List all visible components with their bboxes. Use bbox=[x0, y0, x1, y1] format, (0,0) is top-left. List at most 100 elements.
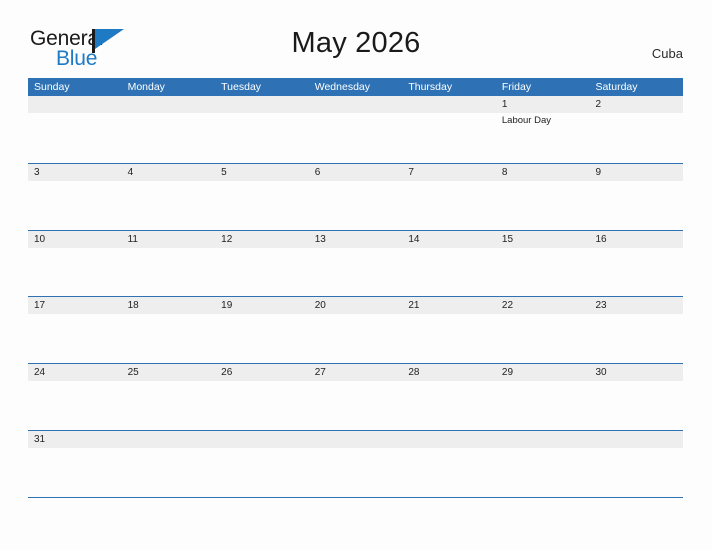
day-cell[interactable] bbox=[309, 181, 403, 229]
weekday-header-friday: Friday bbox=[501, 81, 532, 93]
day-cell[interactable] bbox=[402, 181, 496, 229]
grid-bottom-border bbox=[28, 496, 683, 498]
day-cell[interactable] bbox=[309, 314, 403, 362]
day-number[interactable]: 13 bbox=[309, 231, 403, 248]
day-cell[interactable] bbox=[402, 314, 496, 362]
day-number-band: 12 bbox=[28, 96, 683, 113]
day-cell[interactable] bbox=[309, 381, 403, 429]
day-number-empty bbox=[122, 96, 216, 113]
day-number[interactable]: 28 bbox=[402, 364, 496, 381]
calendar-week-row: 1 2 Labour Day bbox=[28, 96, 683, 163]
day-number[interactable]: 4 bbox=[122, 164, 216, 181]
calendar-week-row: 31 bbox=[28, 429, 683, 497]
day-number[interactable]: 24 bbox=[28, 364, 122, 381]
day-number[interactable]: 18 bbox=[122, 297, 216, 314]
day-cell[interactable] bbox=[215, 181, 309, 229]
day-number-empty bbox=[402, 96, 496, 113]
day-cell[interactable] bbox=[496, 381, 590, 429]
day-cell bbox=[589, 448, 683, 496]
day-cell[interactable] bbox=[589, 248, 683, 296]
day-number-band: 3456789 bbox=[28, 163, 683, 181]
day-cell bbox=[402, 448, 496, 496]
day-cell[interactable] bbox=[28, 448, 122, 496]
day-cell[interactable] bbox=[28, 381, 122, 429]
day-number[interactable]: 14 bbox=[402, 231, 496, 248]
day-cell[interactable] bbox=[496, 181, 590, 229]
day-number-empty bbox=[309, 96, 403, 113]
day-number[interactable]: 11 bbox=[122, 231, 216, 248]
day-number[interactable]: 29 bbox=[496, 364, 590, 381]
calendar-week-row: 10 11 12 13 14 15 16 bbox=[28, 229, 683, 297]
day-cell[interactable] bbox=[496, 248, 590, 296]
day-number[interactable]: 2 bbox=[589, 96, 683, 113]
day-number[interactable]: 27 bbox=[309, 364, 403, 381]
holiday-event-label: Labour Day bbox=[501, 115, 552, 126]
day-cell[interactable] bbox=[496, 314, 590, 362]
day-number[interactable]: 15 bbox=[496, 231, 590, 248]
day-number[interactable]: 8 bbox=[496, 164, 590, 181]
day-number-empty bbox=[28, 96, 122, 113]
day-cell[interactable] bbox=[28, 248, 122, 296]
weekday-header-row: Sunday Monday Tuesday Wednesday Thursday Frid… bbox=[28, 78, 683, 96]
day-cell[interactable] bbox=[215, 314, 309, 362]
day-number-empty bbox=[309, 431, 403, 448]
day-number[interactable]: 16 bbox=[589, 231, 683, 248]
day-events-band bbox=[28, 381, 683, 429]
day-cell[interactable] bbox=[28, 314, 122, 362]
day-cell[interactable] bbox=[215, 248, 309, 296]
day-number[interactable]: 1 bbox=[496, 96, 590, 113]
day-number[interactable]: 26 bbox=[215, 364, 309, 381]
calendar-week-row: 3456789 bbox=[28, 162, 683, 230]
day-events-band bbox=[28, 314, 683, 362]
weekday-header-tuesday: Tuesday bbox=[221, 81, 262, 93]
day-events-band bbox=[28, 181, 683, 229]
day-number[interactable]: 31 bbox=[28, 431, 122, 448]
day-number[interactable]: 21 bbox=[402, 297, 496, 314]
day-cell bbox=[309, 113, 403, 161]
weekday-header-wednesday: Wednesday bbox=[314, 81, 370, 93]
calendar-page: General Blue May 2026 Cuba Sunday Monday T… bbox=[0, 0, 712, 550]
day-number[interactable]: 3 bbox=[28, 164, 122, 181]
day-events-band bbox=[28, 248, 683, 296]
day-number-band: 10 11 12 13 14 15 16 bbox=[28, 230, 683, 248]
day-cell[interactable] bbox=[402, 381, 496, 429]
day-number[interactable]: 23 bbox=[589, 297, 683, 314]
day-cell[interactable] bbox=[122, 381, 216, 429]
day-number[interactable]: 30 bbox=[589, 364, 683, 381]
day-number-empty bbox=[589, 431, 683, 448]
day-cell[interactable] bbox=[589, 113, 683, 161]
day-number-empty bbox=[496, 431, 590, 448]
day-cell bbox=[402, 113, 496, 161]
day-number[interactable]: 22 bbox=[496, 297, 590, 314]
day-number[interactable]: 6 bbox=[309, 164, 403, 181]
day-cell[interactable] bbox=[215, 381, 309, 429]
calendar-week-row: 24 25 26 27 28 29 30 bbox=[28, 363, 683, 430]
day-cell[interactable] bbox=[309, 248, 403, 296]
day-cell[interactable] bbox=[589, 314, 683, 362]
day-number[interactable]: 5 bbox=[215, 164, 309, 181]
day-number[interactable]: 17 bbox=[28, 297, 122, 314]
day-cell bbox=[496, 448, 590, 496]
weekday-header-sunday: Sunday bbox=[34, 81, 70, 93]
day-events-band: Labour Day bbox=[28, 113, 683, 161]
day-cell bbox=[309, 448, 403, 496]
day-cell[interactable] bbox=[122, 248, 216, 296]
day-cell[interactable] bbox=[589, 181, 683, 229]
weekday-header-saturday: Saturday bbox=[595, 81, 638, 93]
day-cell[interactable]: Labour Day bbox=[496, 113, 590, 161]
day-cell[interactable] bbox=[122, 314, 216, 362]
day-number[interactable]: 25 bbox=[122, 364, 216, 381]
day-number[interactable]: 9 bbox=[589, 164, 683, 181]
day-number-empty bbox=[215, 96, 309, 113]
day-cell[interactable] bbox=[402, 248, 496, 296]
day-cell[interactable] bbox=[589, 381, 683, 429]
day-cell[interactable] bbox=[122, 181, 216, 229]
day-number[interactable]: 7 bbox=[402, 164, 496, 181]
day-number[interactable]: 12 bbox=[215, 231, 309, 248]
day-cell[interactable] bbox=[28, 181, 122, 229]
day-cell bbox=[215, 113, 309, 161]
day-number[interactable]: 19 bbox=[215, 297, 309, 314]
day-number[interactable]: 20 bbox=[309, 297, 403, 314]
day-number[interactable]: 10 bbox=[28, 231, 122, 248]
page-header: General Blue May 2026 Cuba bbox=[0, 0, 712, 78]
